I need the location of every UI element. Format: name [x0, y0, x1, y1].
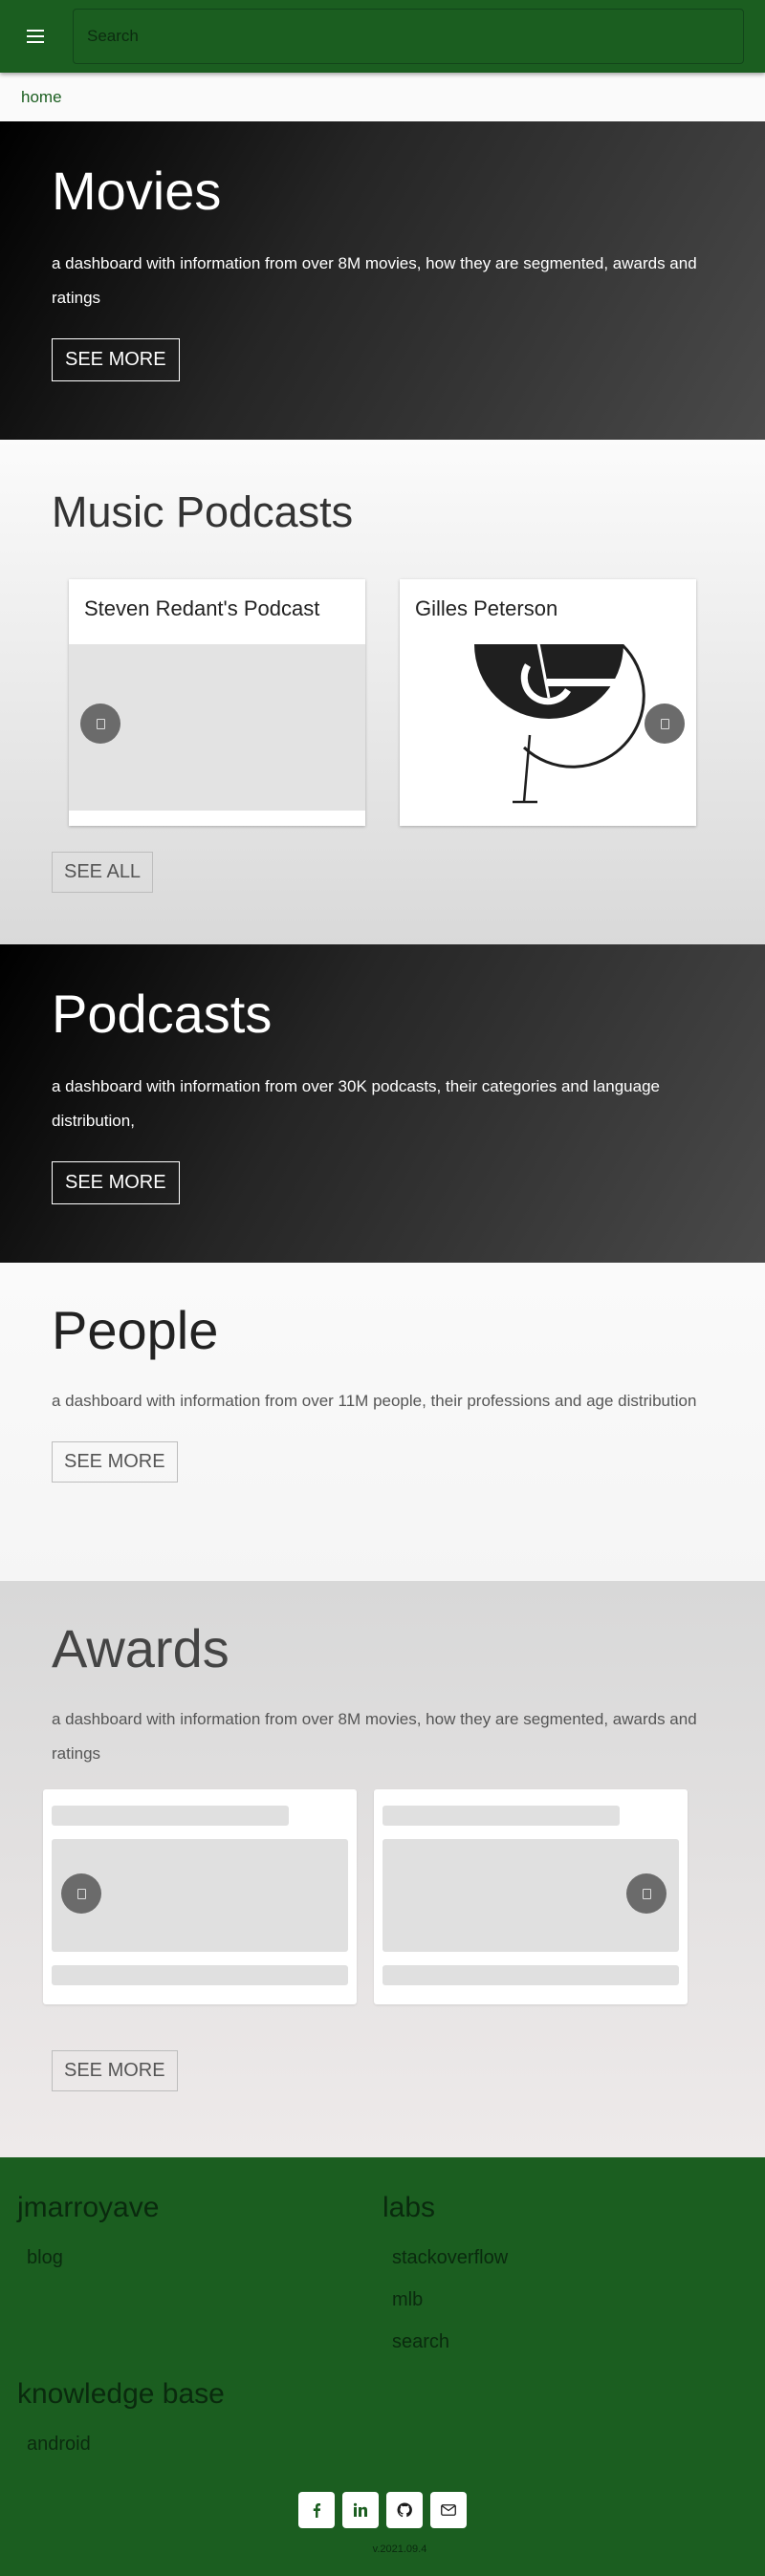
top-app-bar — [0, 0, 765, 73]
footer-heading: labs — [382, 2192, 436, 2223]
carousel-prev-icon[interactable] — [61, 1873, 101, 1914]
awards-cards — [43, 1789, 713, 2004]
app-version: v.2021.09.4 — [372, 2544, 427, 2555]
movies-title: Movies — [52, 161, 222, 221]
footer-heading: jmarroyave — [17, 2192, 160, 2223]
podcast-card-title: Gilles Peterson — [415, 596, 558, 620]
podcast-card[interactable]: Steven Redant's Podcast — [69, 579, 365, 826]
search-field[interactable] — [73, 9, 744, 64]
search-input[interactable] — [87, 27, 730, 46]
skeleton-text — [382, 1965, 679, 1985]
footer-column-jmarroyave: jmarroyave blog — [17, 2192, 382, 2363]
awards-section: Awards a dashboard with information from… — [0, 1581, 765, 2157]
podcast-card[interactable]: Gilles Peterson — [400, 579, 696, 826]
movies-section: Movies a dashboard with information from… — [0, 121, 765, 440]
footer-link-mlb[interactable]: mlb — [392, 2279, 748, 2321]
footer-link-search[interactable]: search — [392, 2321, 748, 2363]
skeleton-text — [52, 1965, 348, 1985]
github-icon[interactable] — [386, 2492, 423, 2528]
awards-title: Awards — [52, 1618, 230, 1678]
footer-column-labs: labs stackoverflow mlb search — [382, 2192, 748, 2363]
breadcrumb: home — [0, 73, 765, 121]
loading-card — [374, 1789, 688, 2004]
linkedin-icon[interactable] — [342, 2492, 379, 2528]
carousel-next-icon[interactable] — [645, 704, 685, 744]
podcasts-section: Podcasts a dashboard with information fr… — [0, 944, 765, 1263]
podcast-card-image-placeholder — [69, 644, 365, 811]
footer-column-knowledge-base: knowledge base android — [17, 2378, 387, 2465]
facebook-icon[interactable] — [298, 2492, 335, 2528]
people-section: People a dashboard with information from… — [0, 1263, 765, 1581]
awards-see-more-button[interactable]: SEE MORE — [52, 2050, 178, 2091]
loading-card — [43, 1789, 357, 2004]
people-title: People — [52, 1300, 219, 1360]
awards-description: a dashboard with information from over 8… — [52, 1710, 697, 1763]
footer-link-android[interactable]: android — [27, 2423, 387, 2465]
podcasts-title: Podcasts — [52, 984, 273, 1044]
carousel-prev-icon[interactable] — [80, 704, 120, 744]
social-links — [0, 2492, 765, 2528]
skeleton-title — [382, 1806, 620, 1826]
footer: jmarroyave blog labs stackoverflow mlb s… — [0, 2157, 765, 2576]
footer-link-blog[interactable]: blog — [27, 2237, 382, 2279]
people-see-more-button[interactable]: SEE MORE — [52, 1441, 178, 1483]
footer-link-stackoverflow[interactable]: stackoverflow — [392, 2237, 748, 2279]
music-podcasts-title: Music Podcasts — [52, 487, 354, 536]
movies-see-more-button[interactable]: SEE MORE — [52, 338, 180, 381]
people-description: a dashboard with information from over 1… — [52, 1392, 697, 1410]
skeleton-title — [52, 1806, 289, 1826]
email-icon[interactable] — [430, 2492, 467, 2528]
podcast-card-title: Steven Redant's Podcast — [84, 596, 320, 620]
podcasts-see-more-button[interactable]: SEE MORE — [52, 1161, 180, 1204]
music-podcasts-see-all-button[interactable]: SEE ALL — [52, 852, 154, 893]
footer-heading: knowledge base — [17, 2378, 225, 2410]
breadcrumb-home-link[interactable]: home — [21, 88, 62, 107]
menu-icon[interactable] — [21, 22, 50, 51]
podcasts-description: a dashboard with information from over 3… — [52, 1077, 660, 1130]
movies-description: a dashboard with information from over 8… — [52, 254, 697, 307]
carousel-next-icon[interactable] — [626, 1873, 667, 1914]
music-podcasts-section: Music Podcasts Steven Redant's Podcast G… — [0, 440, 765, 944]
podcast-card-image — [400, 638, 696, 811]
podcast-cards: Steven Redant's Podcast Gilles Peterson — [52, 579, 713, 826]
